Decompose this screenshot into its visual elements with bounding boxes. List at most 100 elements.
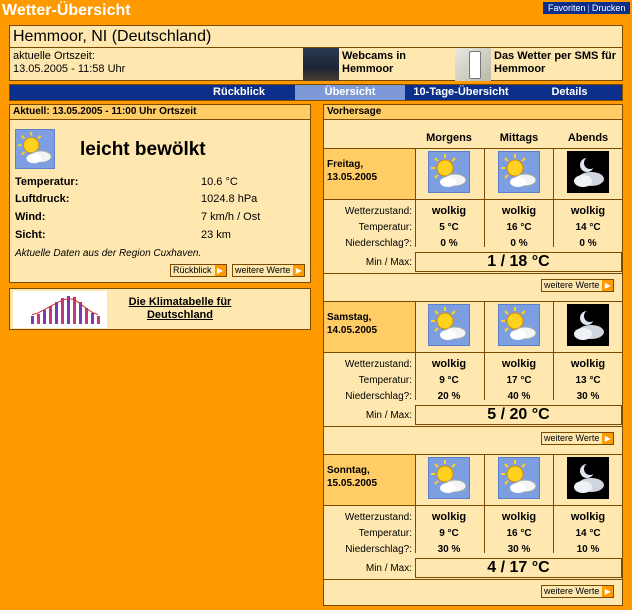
more-values-button[interactable]: weitere Werte ▶ — [232, 264, 306, 277]
tab-rueckblick[interactable]: Rückblick — [10, 85, 295, 100]
column-divider — [415, 148, 416, 247]
day-date: 15.05.2005 — [327, 478, 378, 489]
row-divider — [415, 199, 622, 200]
night-cloudy-icon — [567, 304, 609, 346]
temperature-value: 9 °C — [439, 375, 459, 386]
day-weekday: Freitag, — [327, 159, 364, 170]
column-divider — [484, 301, 485, 400]
climate-bar — [79, 302, 82, 324]
day-name: Sonntag, 15.05.2005 — [327, 464, 377, 490]
current-header: Aktuell: 13.05.2005 - 11:00 Uhr Ortszeit — [10, 105, 310, 120]
condition-value: wolkig — [570, 205, 606, 217]
partly-cloudy-icon — [498, 304, 540, 346]
rueckblick-button[interactable]: Rückblick ▶ — [170, 264, 227, 277]
partly-cloudy-icon — [428, 304, 470, 346]
climate-table-panel: Die Klimatabelle für Deutschland — [9, 288, 311, 330]
climate-bar — [49, 306, 52, 324]
temperature-value: 5 °C — [439, 222, 459, 233]
more-values-button[interactable]: weitere Werte ▶ — [541, 432, 615, 445]
minmax-value: 5 / 20 °C — [415, 405, 622, 425]
climate-link-line2: Deutschland — [146, 309, 213, 321]
current-data-note: Aktuelle Daten aus der Region Cuxhaven. — [15, 248, 202, 259]
arrow-right-icon: ▶ — [602, 433, 614, 444]
arrow-right-icon: ▶ — [602, 586, 614, 597]
climate-link-line1: Die Klimatabelle für — [128, 296, 232, 308]
temperature-label: Temperatur: — [358, 375, 412, 386]
minmax-label: Min / Max: — [365, 257, 412, 268]
climate-bar — [61, 298, 64, 324]
climate-bar — [37, 314, 40, 324]
temperature-value: 16 °C — [506, 528, 532, 539]
precip-value: 20 % — [437, 391, 461, 402]
night-cloudy-icon — [567, 151, 609, 193]
minmax-label: Min / Max: — [365, 410, 412, 421]
webcams-link-line2: Hemmoor — [342, 63, 394, 75]
rueckblick-button-label: Rückblick — [173, 265, 212, 275]
row-divider — [415, 148, 622, 149]
partly-cloudy-icon — [428, 457, 470, 499]
column-divider — [553, 148, 554, 247]
sms-link-line1: Das Wetter per SMS für — [494, 50, 617, 62]
more-values-label: weitere Werte — [544, 433, 600, 443]
row-divider — [324, 426, 622, 427]
temperature-value: 13 °C — [575, 375, 601, 386]
condition-value: wolkig — [431, 358, 467, 370]
sms-phone-thumbnail[interactable] — [455, 48, 491, 81]
climate-bar — [73, 297, 76, 324]
temperature-value: 16 °C — [506, 222, 532, 233]
climate-bar — [31, 316, 34, 324]
precip-label: Niederschlag?: — [345, 238, 412, 249]
local-time-label: aktuelle Ortszeit: — [13, 50, 95, 62]
climate-chart-icon[interactable] — [13, 291, 107, 328]
precip-value: 0 % — [579, 238, 597, 249]
climate-bar — [43, 310, 46, 324]
condition-label: Wetterzustand: — [344, 206, 412, 217]
row-divider — [324, 579, 622, 580]
precip-value: 30 % — [507, 544, 531, 555]
arrow-right-icon: ▶ — [293, 265, 305, 276]
condition-value: wolkig — [501, 358, 537, 370]
row-divider — [415, 505, 622, 506]
condition-value: wolkig — [501, 511, 537, 523]
partly-cloudy-icon — [15, 129, 55, 169]
current-weather-panel: Aktuell: 13.05.2005 - 11:00 Uhr Ortszeit… — [9, 104, 311, 283]
wind-label: Wind: — [15, 211, 46, 223]
visibility-label: Sicht: — [15, 229, 46, 241]
temperature-value: 9 °C — [439, 528, 459, 539]
climate-table-link[interactable]: Die Klimatabelle für Deutschland — [124, 296, 236, 322]
tab-details[interactable]: Details — [517, 85, 622, 100]
tab-10-tage[interactable]: 10-Tage-Übersicht — [405, 85, 517, 100]
top-links: Favoriten | Drucken — [543, 2, 631, 14]
col-morgens: Morgens — [426, 132, 472, 144]
forecast-panel: Vorhersage Morgens Mittags Abends Freita… — [323, 104, 623, 606]
more-values-button[interactable]: weitere Werte ▶ — [541, 279, 615, 292]
temperature-label: Temperatur: — [15, 176, 79, 188]
webcams-link[interactable]: Webcams in Hemmoor — [339, 48, 455, 81]
row-divider — [415, 301, 622, 302]
column-divider — [553, 301, 554, 400]
sms-weather-link[interactable]: Das Wetter per SMS für Hemmoor — [491, 48, 622, 81]
nav-tabs: Rückblick Übersicht 10-Tage-Übersicht De… — [9, 84, 623, 101]
page-title: Wetter-Übersicht — [2, 2, 131, 19]
column-divider — [484, 148, 485, 247]
climate-bar — [55, 302, 58, 324]
minmax-value: 4 / 17 °C — [415, 558, 622, 578]
tab-uebersicht[interactable]: Übersicht — [295, 85, 405, 100]
more-values-button[interactable]: weitere Werte ▶ — [541, 585, 615, 598]
favorites-link[interactable]: Favoriten — [546, 2, 588, 14]
minmax-label: Min / Max: — [365, 563, 412, 574]
forecast-header: Vorhersage — [324, 105, 622, 120]
temperature-value: 10.6 °C — [201, 176, 238, 188]
temperature-value: 14 °C — [575, 528, 601, 539]
climate-bar — [97, 316, 100, 324]
precip-value: 10 % — [576, 544, 600, 555]
print-link[interactable]: Drucken — [590, 2, 628, 14]
minmax-value: 1 / 18 °C — [415, 252, 622, 272]
webcam-thumbnail[interactable] — [303, 48, 339, 81]
location-name: Hemmoor, NI (Deutschland) — [10, 26, 622, 48]
condition-value: wolkig — [431, 205, 467, 217]
col-mittags: Mittags — [499, 132, 539, 144]
precip-label: Niederschlag?: — [345, 544, 412, 555]
day-name: Freitag, 13.05.2005 — [327, 158, 377, 184]
more-values-label: weitere Werte — [544, 280, 600, 290]
